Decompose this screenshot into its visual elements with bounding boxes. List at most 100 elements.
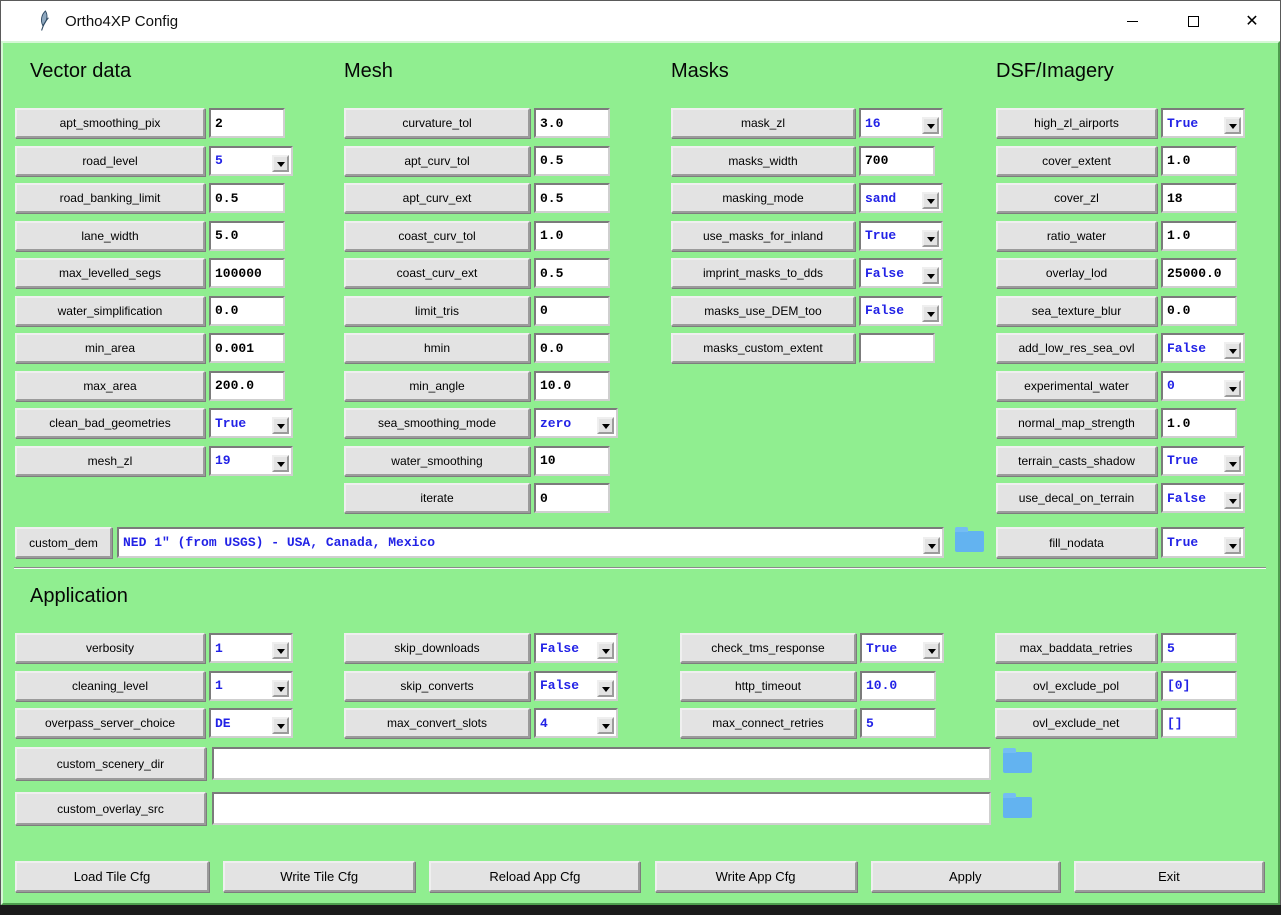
entry-http_timeout[interactable]: 10.0 [860, 671, 936, 701]
entry-custom_overlay_src[interactable] [212, 792, 991, 825]
chevron-down-icon[interactable] [1224, 455, 1241, 472]
combo-add_low_res_sea_ovl[interactable]: False [1161, 333, 1245, 363]
entry-road_banking_limit[interactable]: 0.5 [209, 183, 285, 213]
chevron-down-icon[interactable] [597, 717, 614, 734]
param-button-iterate[interactable]: iterate [344, 483, 530, 513]
combo-mask_zl[interactable]: 16 [859, 108, 943, 138]
chevron-down-icon[interactable] [1224, 380, 1241, 397]
entry-water_simplification[interactable]: 0.0 [209, 296, 285, 326]
entry-ovl_exclude_pol[interactable]: [0] [1161, 671, 1237, 701]
reload-app-cfg-button[interactable]: Reload App Cfg [429, 861, 640, 892]
combo-mesh_zl[interactable]: 19 [209, 446, 293, 476]
param-button-masks_width[interactable]: masks_width [671, 146, 855, 176]
combo-terrain_casts_shadow[interactable]: True [1161, 446, 1245, 476]
browse-scenery-folder-icon[interactable] [1003, 752, 1032, 773]
param-button-min_angle[interactable]: min_angle [344, 371, 530, 401]
maximize-button[interactable] [1170, 1, 1216, 41]
browse-overlay-folder-icon[interactable] [1003, 797, 1032, 818]
combo-skip_converts[interactable]: False [534, 671, 618, 701]
param-button-experimental_water[interactable]: experimental_water [996, 371, 1157, 401]
entry-coast_curv_ext[interactable]: 0.5 [534, 258, 610, 288]
entry-curvature_tol[interactable]: 3.0 [534, 108, 610, 138]
combo-skip_downloads[interactable]: False [534, 633, 618, 663]
param-button-masking_mode[interactable]: masking_mode [671, 183, 855, 213]
combo-cleaning_level[interactable]: 1 [209, 671, 293, 701]
entry-min_area[interactable]: 0.001 [209, 333, 285, 363]
param-button-max_levelled_segs[interactable]: max_levelled_segs [15, 258, 205, 288]
param-button-normal_map_strength[interactable]: normal_map_strength [996, 408, 1157, 438]
param-button-imprint_masks_to_dds[interactable]: imprint_masks_to_dds [671, 258, 855, 288]
entry-ratio_water[interactable]: 1.0 [1161, 221, 1237, 251]
combo-check_tms_response[interactable]: True [860, 633, 944, 663]
param-button-http_timeout[interactable]: http_timeout [680, 671, 856, 701]
combo-sea_smoothing_mode[interactable]: zero [534, 408, 618, 438]
combo-use_masks_for_inland[interactable]: True [859, 221, 943, 251]
param-button-clean_bad_geometries[interactable]: clean_bad_geometries [15, 408, 205, 438]
chevron-down-icon[interactable] [1224, 117, 1241, 134]
param-button-add_low_res_sea_ovl[interactable]: add_low_res_sea_ovl [996, 333, 1157, 363]
entry-max_levelled_segs[interactable]: 100000 [209, 258, 285, 288]
param-button-apt_curv_tol[interactable]: apt_curv_tol [344, 146, 530, 176]
param-button-skip_downloads[interactable]: skip_downloads [344, 633, 530, 663]
entry-overlay_lod[interactable]: 25000.0 [1161, 258, 1237, 288]
combo-use_decal_on_terrain[interactable]: False [1161, 483, 1245, 513]
param-button-use_masks_for_inland[interactable]: use_masks_for_inland [671, 221, 855, 251]
combo-experimental_water[interactable]: 0 [1161, 371, 1245, 401]
combo-clean_bad_geometries[interactable]: True [209, 408, 293, 438]
param-button-lane_width[interactable]: lane_width [15, 221, 205, 251]
param-button-apt_curv_ext[interactable]: apt_curv_ext [344, 183, 530, 213]
entry-sea_texture_blur[interactable]: 0.0 [1161, 296, 1237, 326]
param-button-skip_converts[interactable]: skip_converts [344, 671, 530, 701]
param-button-mask_zl[interactable]: mask_zl [671, 108, 855, 138]
chevron-down-icon[interactable] [272, 417, 289, 434]
entry-cover_extent[interactable]: 1.0 [1161, 146, 1237, 176]
param-button-limit_tris[interactable]: limit_tris [344, 296, 530, 326]
chevron-down-icon[interactable] [272, 717, 289, 734]
chevron-down-icon[interactable] [1224, 492, 1241, 509]
param-button-sea_smoothing_mode[interactable]: sea_smoothing_mode [344, 408, 530, 438]
load-tile-cfg-button[interactable]: Load Tile Cfg [15, 861, 209, 892]
param-button-water_smoothing[interactable]: water_smoothing [344, 446, 530, 476]
combo-max_convert_slots[interactable]: 4 [534, 708, 618, 738]
entry-apt_smoothing_pix[interactable]: 2 [209, 108, 285, 138]
param-button-terrain_casts_shadow[interactable]: terrain_casts_shadow [996, 446, 1157, 476]
chevron-down-icon[interactable] [597, 680, 614, 697]
chevron-down-icon[interactable] [272, 680, 289, 697]
combo-masks_use_DEM_too[interactable]: False [859, 296, 943, 326]
param-button-max_convert_slots[interactable]: max_convert_slots [344, 708, 530, 738]
chevron-down-icon[interactable] [597, 417, 614, 434]
combo-fill_nodata[interactable]: True [1161, 527, 1245, 558]
param-button-use_decal_on_terrain[interactable]: use_decal_on_terrain [996, 483, 1157, 513]
write-app-cfg-button[interactable]: Write App Cfg [655, 861, 857, 892]
param-button-curvature_tol[interactable]: curvature_tol [344, 108, 530, 138]
param-button-ovl_exclude_net[interactable]: ovl_exclude_net [995, 708, 1157, 738]
entry-max_connect_retries[interactable]: 5 [860, 708, 936, 738]
chevron-down-icon[interactable] [1224, 342, 1241, 359]
param-button-high_zl_airports[interactable]: high_zl_airports [996, 108, 1157, 138]
combo-imprint_masks_to_dds[interactable]: False [859, 258, 943, 288]
param-button-fill_nodata[interactable]: fill_nodata [996, 527, 1157, 558]
exit-button[interactable]: Exit [1074, 861, 1264, 892]
chevron-down-icon[interactable] [922, 230, 939, 247]
param-button-max_baddata_retries[interactable]: max_baddata_retries [995, 633, 1157, 663]
entry-apt_curv_tol[interactable]: 0.5 [534, 146, 610, 176]
apply-button[interactable]: Apply [871, 861, 1060, 892]
param-button-water_simplification[interactable]: water_simplification [15, 296, 205, 326]
write-tile-cfg-button[interactable]: Write Tile Cfg [223, 861, 415, 892]
entry-custom_scenery_dir[interactable] [212, 747, 991, 780]
param-button-cover_zl[interactable]: cover_zl [996, 183, 1157, 213]
param-button-custom_scenery_dir[interactable]: custom_scenery_dir [15, 747, 206, 780]
browse-dem-folder-icon[interactable] [955, 531, 984, 552]
param-button-overlay_lod[interactable]: overlay_lod [996, 258, 1157, 288]
chevron-down-icon[interactable] [272, 642, 289, 659]
close-button[interactable]: ✕ [1229, 1, 1275, 41]
entry-normal_map_strength[interactable]: 1.0 [1161, 408, 1237, 438]
entry-coast_curv_tol[interactable]: 1.0 [534, 221, 610, 251]
param-button-mesh_zl[interactable]: mesh_zl [15, 446, 205, 476]
param-button-custom_overlay_src[interactable]: custom_overlay_src [15, 792, 206, 825]
param-button-custom_dem[interactable]: custom_dem [15, 527, 112, 558]
entry-cover_zl[interactable]: 18 [1161, 183, 1237, 213]
entry-ovl_exclude_net[interactable]: [] [1161, 708, 1237, 738]
chevron-down-icon[interactable] [1224, 537, 1241, 554]
chevron-down-icon[interactable] [922, 117, 939, 134]
